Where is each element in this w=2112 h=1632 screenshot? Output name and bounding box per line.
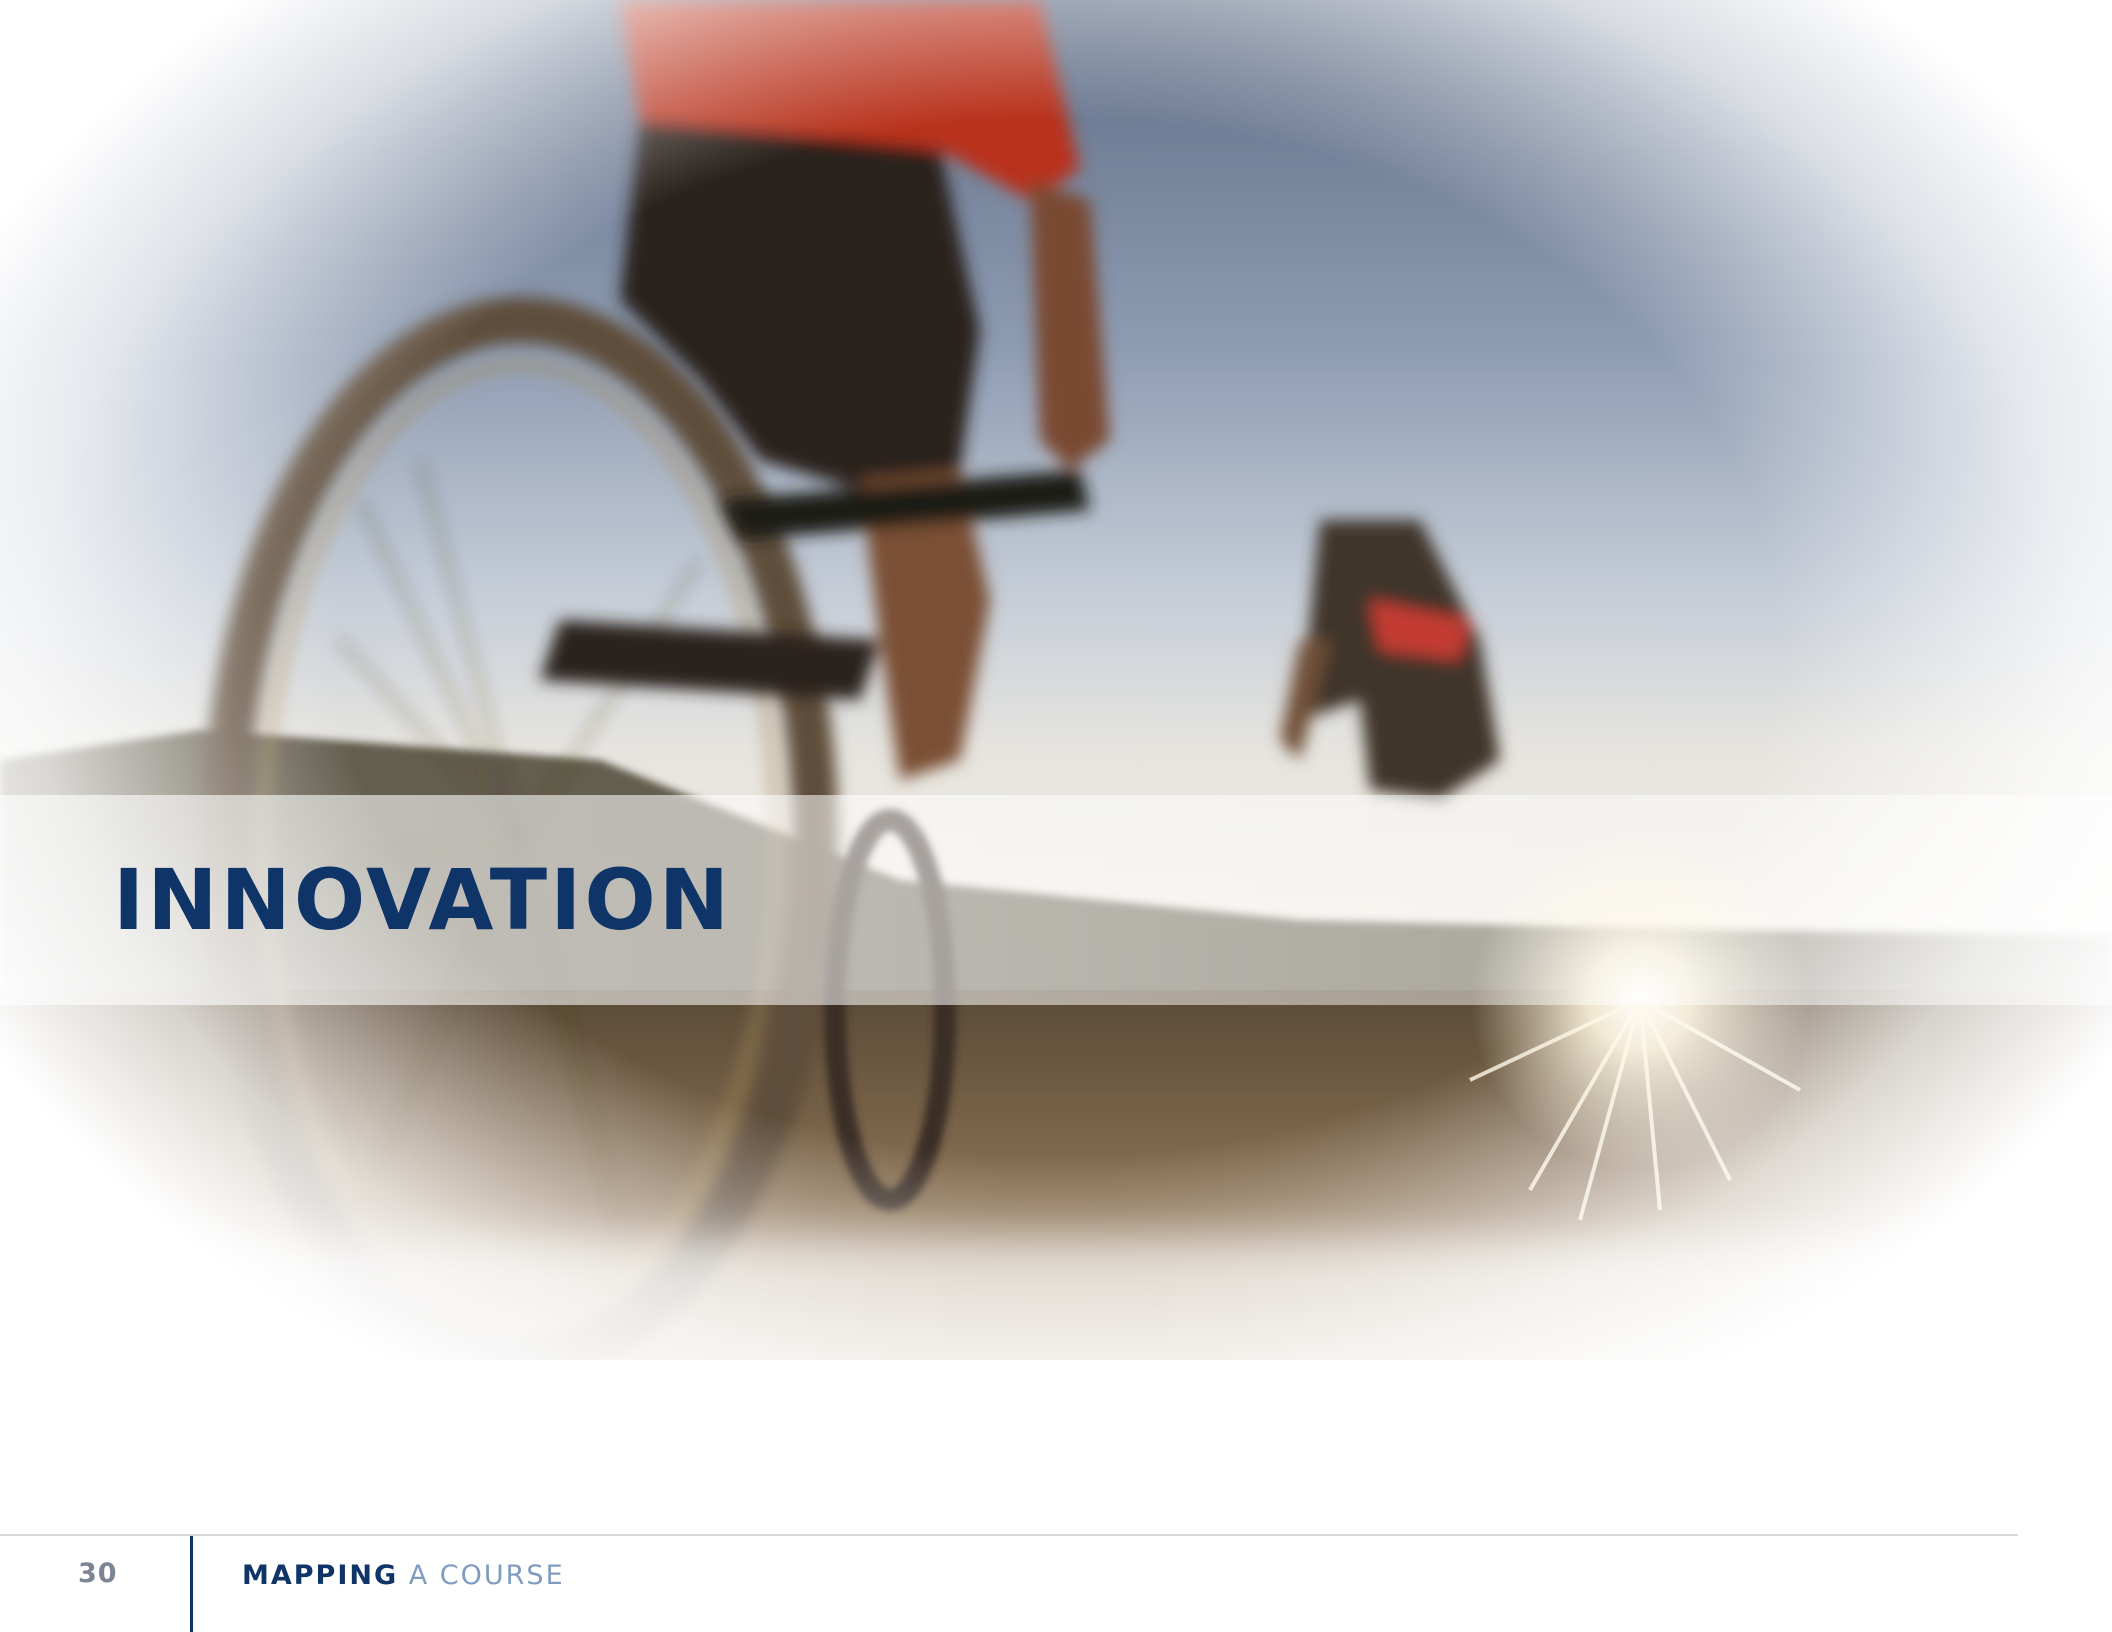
page: INNOVATION 30 MAPPING A COURSE xyxy=(0,0,2112,1632)
cyclist-photo xyxy=(0,0,2112,1520)
running-head: MAPPING A COURSE xyxy=(242,1560,565,1591)
page-number: 30 xyxy=(78,1558,118,1589)
running-head-light: A COURSE xyxy=(408,1560,565,1591)
cyclist-photo-graphic xyxy=(0,0,2112,1520)
footer-divider xyxy=(190,1536,193,1632)
page-title: INNOVATION xyxy=(113,851,733,949)
footer-rule xyxy=(0,1534,2018,1536)
running-head-strong: MAPPING xyxy=(242,1560,399,1591)
